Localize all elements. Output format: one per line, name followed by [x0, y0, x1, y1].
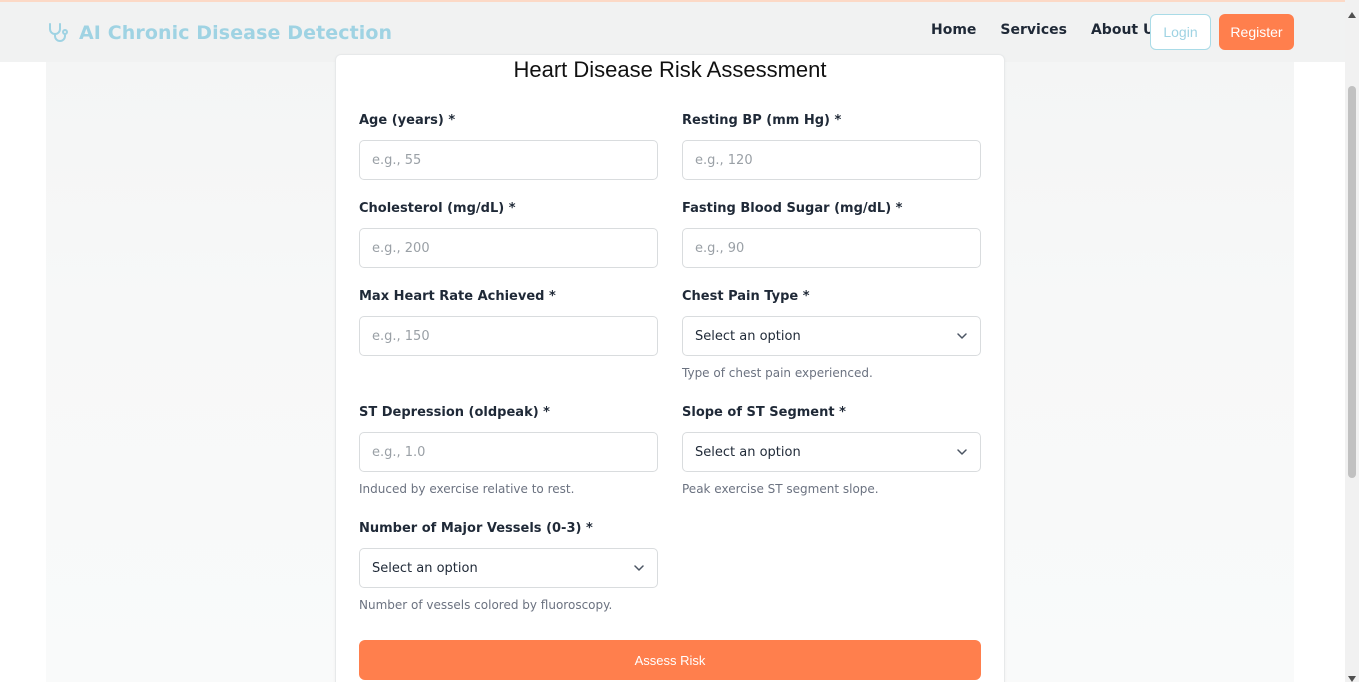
assess-risk-button[interactable]: Assess Risk — [359, 640, 981, 680]
st-slope-select[interactable]: Select an option — [682, 432, 981, 472]
age-label: Age (years) * — [359, 113, 456, 128]
major-vessels-select[interactable]: Select an option — [359, 548, 658, 588]
st-slope-value: Select an option — [695, 444, 801, 460]
chevron-down-icon — [956, 330, 968, 342]
form-title: Heart Disease Risk Assessment — [513, 57, 827, 82]
max-heart-rate-label: Max Heart Rate Achieved * — [359, 289, 556, 304]
cholesterol-label: Cholesterol (mg/dL) * — [359, 201, 516, 216]
fasting-blood-sugar-input[interactable] — [682, 228, 981, 268]
scroll-down-arrow-icon[interactable] — [1347, 668, 1357, 682]
stethoscope-icon — [46, 21, 70, 45]
chest-pain-type-help: Type of chest pain experienced. — [682, 366, 873, 380]
chest-pain-type-select[interactable]: Select an option — [682, 316, 981, 356]
chevron-down-icon — [633, 562, 645, 574]
major-vessels-help: Number of vessels colored by fluoroscopy… — [359, 598, 613, 612]
st-depression-help: Induced by exercise relative to rest. — [359, 482, 575, 496]
brand-name: AI Chronic Disease Detection — [79, 22, 393, 44]
major-vessels-label: Number of Major Vessels (0-3) * — [359, 521, 593, 536]
chest-pain-type-value: Select an option — [695, 328, 801, 344]
st-depression-label: ST Depression (oldpeak) * — [359, 405, 550, 420]
page-scrollbar[interactable] — [1345, 0, 1359, 682]
nav-link-services[interactable]: Services — [1000, 22, 1067, 38]
st-depression-input[interactable] — [359, 432, 658, 472]
st-slope-label: Slope of ST Segment * — [682, 405, 846, 420]
navbar: AI Chronic Disease Detection Home Servic… — [0, 2, 1345, 62]
resting-bp-input[interactable] — [682, 140, 981, 180]
brand-logo[interactable]: AI Chronic Disease Detection — [46, 18, 392, 48]
cholesterol-input[interactable] — [359, 228, 658, 268]
major-vessels-value: Select an option — [372, 560, 478, 576]
max-heart-rate-input[interactable] — [359, 316, 658, 356]
chest-pain-type-label: Chest Pain Type * — [682, 289, 810, 304]
scroll-up-arrow-icon[interactable] — [1347, 4, 1357, 18]
nav-links: Home Services About Us — [931, 22, 1163, 38]
chevron-down-icon — [956, 446, 968, 458]
age-input[interactable] — [359, 140, 658, 180]
fasting-blood-sugar-label: Fasting Blood Sugar (mg/dL) * — [682, 201, 903, 216]
login-button[interactable]: Login — [1150, 14, 1211, 50]
st-slope-help: Peak exercise ST segment slope. — [682, 482, 879, 496]
scroll-thumb[interactable] — [1348, 86, 1356, 478]
resting-bp-label: Resting BP (mm Hg) * — [682, 113, 842, 128]
register-button[interactable]: Register — [1219, 14, 1294, 50]
nav-link-home[interactable]: Home — [931, 22, 976, 38]
